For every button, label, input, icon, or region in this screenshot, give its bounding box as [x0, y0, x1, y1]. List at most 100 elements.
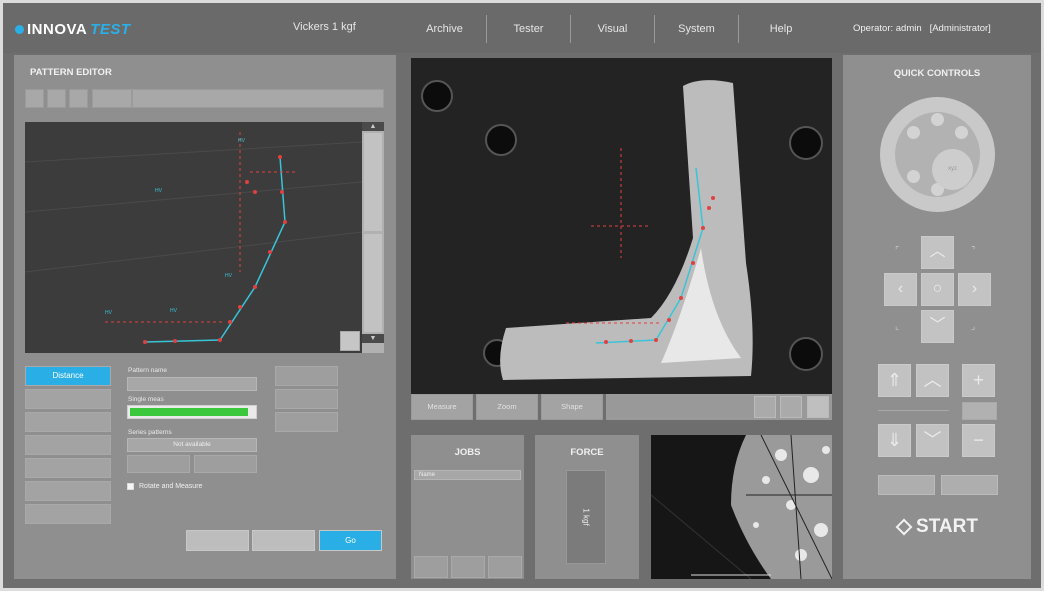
- logo: INNOVA TEST: [15, 21, 131, 38]
- side-button-distance[interactable]: Distance: [25, 366, 111, 386]
- scroll-thumb[interactable]: [364, 234, 382, 332]
- logo-dot-icon: [15, 25, 24, 34]
- quick-controls-panel: QUICK CONTROLS xyz ⌜ ⌝ ⌞ ⌟ ︿ ‹ ○ › ﹀ ⇑ ︿…: [843, 55, 1031, 579]
- scroll-down-icon[interactable]: ▼: [362, 334, 384, 343]
- toolbar-button-2[interactable]: [47, 89, 66, 108]
- side-button-3[interactable]: [25, 412, 111, 432]
- toolbar-button-4[interactable]: [92, 89, 132, 108]
- toolbar-field[interactable]: [132, 89, 384, 108]
- jobs-button-2[interactable]: [451, 556, 485, 578]
- zoom-out-icon[interactable]: −: [962, 424, 995, 457]
- joystick-dot[interactable]: [955, 126, 968, 139]
- joystick-dot[interactable]: [931, 113, 944, 126]
- start-icon: [895, 518, 913, 536]
- mount-hole: [789, 126, 823, 160]
- menu-visual[interactable]: Visual: [571, 15, 655, 43]
- move-left-icon[interactable]: ‹: [884, 273, 917, 306]
- z-fast-down-icon[interactable]: ⇓: [878, 424, 911, 457]
- rotate-measure-checkbox[interactable]: [127, 483, 134, 490]
- microstructure-view[interactable]: [651, 435, 832, 579]
- canvas-corner-button[interactable]: [340, 331, 360, 351]
- menu-system[interactable]: System: [655, 15, 739, 43]
- camera-button-measure[interactable]: Measure: [411, 394, 473, 420]
- joystick-ring[interactable]: xyz: [880, 97, 995, 212]
- series-button-right[interactable]: [194, 455, 257, 473]
- start-button[interactable]: START: [878, 505, 998, 549]
- series-patterns-select[interactable]: Not available: [127, 438, 257, 452]
- jobs-list-row[interactable]: Name: [414, 470, 521, 480]
- camera-tool-3[interactable]: [807, 396, 829, 418]
- side-button-2[interactable]: [25, 389, 111, 409]
- pattern-editor-title: PATTERN EDITOR: [30, 67, 112, 78]
- z-speed-slider[interactable]: [878, 410, 949, 411]
- move-up-icon[interactable]: ︿: [921, 236, 954, 269]
- corner-up-left-icon[interactable]: ⌜: [895, 245, 899, 256]
- toolbar-button-1[interactable]: [25, 89, 44, 108]
- pattern-name-field[interactable]: [127, 377, 257, 391]
- joystick-dot[interactable]: [907, 170, 920, 183]
- series-button-left[interactable]: [127, 455, 190, 473]
- main-menu: Archive Tester Visual System Help: [403, 15, 823, 43]
- series-patterns-label: Series patterns: [128, 429, 172, 436]
- rotate-measure-row[interactable]: Rotate and Measure: [127, 483, 202, 490]
- toolbar-button-3[interactable]: [69, 89, 88, 108]
- pattern-canvas[interactable]: HV HV HV HV HV: [24, 122, 363, 353]
- move-down-icon[interactable]: ﹀: [921, 310, 954, 343]
- corner-down-right-icon[interactable]: ⌟: [971, 321, 975, 332]
- menu-tester[interactable]: Tester: [487, 15, 571, 43]
- side-button-6[interactable]: [25, 481, 111, 501]
- side-button-4[interactable]: [25, 435, 111, 455]
- camera-tool-2[interactable]: [780, 396, 802, 418]
- side-button-7[interactable]: [25, 504, 111, 524]
- joystick-center[interactable]: xyz: [932, 149, 973, 190]
- camera-view[interactable]: [411, 58, 832, 394]
- svg-text:HV: HV: [238, 138, 246, 144]
- right-button-1[interactable]: [275, 366, 338, 386]
- camera-button-zoom[interactable]: Zoom: [476, 394, 538, 420]
- move-center-icon[interactable]: ○: [921, 273, 954, 306]
- bottom-button-1[interactable]: [186, 530, 249, 551]
- bottom-button-2[interactable]: [252, 530, 315, 551]
- pattern-dimension-lines: [105, 132, 295, 323]
- camera-tool-1[interactable]: [754, 396, 776, 418]
- pattern-editor-panel: PATTERN EDITOR HV HV HV HV HV ▲ ▼ Distan…: [14, 55, 396, 579]
- svg-text:HV: HV: [170, 308, 178, 314]
- joystick-dot[interactable]: [907, 126, 920, 139]
- z-down-icon[interactable]: ﹀: [916, 424, 949, 457]
- corner-down-left-icon[interactable]: ⌞: [895, 321, 899, 332]
- corner-up-right-icon[interactable]: ⌝: [971, 245, 975, 256]
- jobs-button-1[interactable]: [414, 556, 448, 578]
- scroll-up-icon[interactable]: ▲: [362, 122, 384, 131]
- quick-controls-title: QUICK CONTROLS: [893, 68, 981, 79]
- svg-text:HV: HV: [155, 188, 163, 194]
- svg-text:HV: HV: [225, 273, 233, 279]
- right-button-2[interactable]: [275, 389, 338, 409]
- operator-name: Operator: admin: [853, 23, 922, 34]
- pattern-scrollbar[interactable]: ▲ ▼: [362, 122, 384, 353]
- zoom-value[interactable]: [962, 402, 997, 420]
- mount-hole: [485, 124, 517, 156]
- force-panel: FORCE 1 kgf: [535, 435, 639, 579]
- progress-fill: [130, 408, 248, 416]
- zoom-in-icon[interactable]: +: [962, 364, 995, 397]
- app-window: INNOVA TEST Vickers 1 kgf Archive Tester …: [3, 3, 1041, 588]
- quick-button-1[interactable]: [878, 475, 935, 495]
- scroll-track-upper[interactable]: [364, 133, 382, 231]
- right-button-3[interactable]: [275, 412, 338, 432]
- z-fast-up-icon[interactable]: ⇑: [878, 364, 911, 397]
- quick-button-2[interactable]: [941, 475, 998, 495]
- force-value-box: 1 kgf: [566, 470, 606, 564]
- menu-archive[interactable]: Archive: [403, 15, 487, 43]
- side-button-5[interactable]: [25, 458, 111, 478]
- single-meas-label: Single meas: [128, 396, 164, 403]
- joystick-inner-ring: xyz: [895, 112, 980, 197]
- menu-help[interactable]: Help: [739, 15, 823, 43]
- go-button[interactable]: Go: [319, 530, 382, 551]
- logo-prefix: INNOVA: [27, 21, 88, 38]
- z-up-icon[interactable]: ︿: [916, 364, 949, 397]
- force-title: FORCE: [570, 447, 604, 458]
- camera-button-shape[interactable]: Shape: [541, 394, 603, 420]
- jobs-button-3[interactable]: [488, 556, 522, 578]
- move-right-icon[interactable]: ›: [958, 273, 991, 306]
- microstructure-image: [651, 435, 832, 579]
